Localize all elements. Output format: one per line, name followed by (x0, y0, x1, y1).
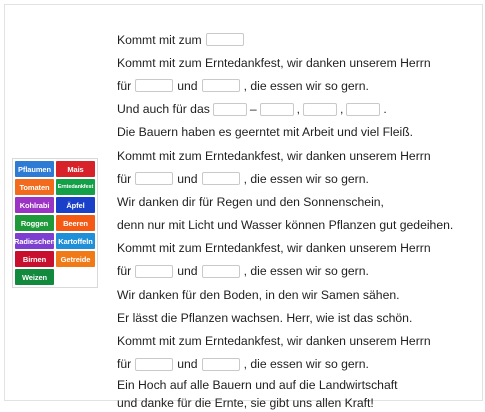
text-segment: , die essen wir so gern. (243, 264, 369, 279)
text-segment: für (117, 78, 132, 93)
drop-blank[interactable] (259, 102, 294, 116)
text-segment: , (340, 102, 344, 117)
word-tile-radieschen[interactable]: Radieschen (15, 233, 54, 249)
text-line: für und , die essen wir so gern. (117, 167, 483, 190)
text-segment: Ein Hoch auf alle Bauern und auf die Lan… (117, 378, 398, 393)
text-line: Kommt mit zum Erntedankfest, wir danken … (117, 51, 483, 74)
word-tile-weizen[interactable]: Weizen (15, 269, 54, 285)
text-segment: Wir danken dir für Regen und den Sonnens… (117, 194, 384, 209)
text-line: Kommt mit zum Erntedankfest, wir danken … (117, 144, 483, 167)
word-tile-tomaten[interactable]: Tomaten (15, 179, 54, 195)
text-segment: und danke für die Ernte, sie gibt uns al… (117, 396, 374, 411)
text-segment: und (177, 357, 198, 372)
text-segment: und (177, 78, 198, 93)
text-line: Kommt mit zum Erntedankfest, wir danken … (117, 237, 483, 260)
word-tile-aepfel[interactable]: Äpfel (56, 197, 95, 213)
text-segment: denn nur mit Licht und Wasser können Pfl… (117, 218, 454, 233)
drop-blank[interactable] (201, 264, 240, 278)
word-tile-pflaumen[interactable]: Pflaumen (15, 161, 54, 177)
text-segment: Er lässt die Pflanzen wachsen. Herr, wie… (117, 310, 413, 325)
text-segment: , die essen wir so gern. (243, 78, 369, 93)
text-line: und danke für die Ernte, sie gibt uns al… (117, 395, 483, 412)
drop-blank[interactable] (135, 79, 174, 93)
word-tile-kartoffeln[interactable]: Kartoffeln (56, 233, 95, 249)
text-line: Ein Hoch auf alle Bauern und auf die Lan… (117, 376, 483, 395)
drop-blank[interactable] (201, 172, 240, 186)
drop-blank[interactable] (201, 79, 240, 93)
text-line: Und auch für das – , , . (117, 98, 483, 121)
drop-blank[interactable] (205, 33, 244, 47)
drop-blank[interactable] (135, 357, 174, 371)
text-segment: Kommt mit zum Erntedankfest, wir danken … (117, 241, 431, 256)
word-bank: Pflaumen Mais Tomaten Erntedankfest Kohl… (12, 158, 98, 288)
word-tile-birnen[interactable]: Birnen (15, 251, 54, 267)
word-tile-kohlrabi[interactable]: Kohlrabi (15, 197, 54, 213)
text-line: für und , die essen wir so gern. (117, 74, 483, 97)
word-tile-mais[interactable]: Mais (56, 161, 95, 177)
word-tile-getreide[interactable]: Getreide (56, 251, 95, 267)
text-segment: Kommt mit zum Erntedankfest, wir danken … (117, 148, 431, 163)
text-segment: – (249, 102, 257, 117)
text-segment: für (117, 264, 132, 279)
text-segment: , (296, 102, 300, 117)
text-segment: , die essen wir so gern. (243, 357, 369, 372)
drop-blank[interactable] (212, 102, 247, 116)
text-line: Wir danken dir für Regen und den Sonnens… (117, 190, 483, 213)
text-segment: und (177, 264, 198, 279)
text-line: Kommt mit zum (117, 28, 483, 51)
text-segment: Kommt mit zum Erntedankfest, wir danken … (117, 334, 431, 349)
word-tile-erntedankfest[interactable]: Erntedankfest (56, 179, 95, 195)
text-line: Kommt mit zum Erntedankfest, wir danken … (117, 329, 483, 352)
word-tile-beeren[interactable]: Beeren (56, 215, 95, 231)
word-tile-roggen[interactable]: Roggen (15, 215, 54, 231)
text-line: für und , die essen wir so gern. (117, 260, 483, 283)
text-segment: Die Bauern haben es geerntet mit Arbeit … (117, 125, 414, 140)
text-segment: für (117, 171, 132, 186)
cloze-text: Kommt mit zum Kommt mit zum Erntedankfes… (117, 28, 483, 412)
drop-blank[interactable] (346, 102, 381, 116)
text-line: Die Bauern haben es geerntet mit Arbeit … (117, 121, 483, 144)
text-segment: und (177, 171, 198, 186)
text-segment: Kommt mit zum (117, 32, 202, 47)
text-segment: Kommt mit zum Erntedankfest, wir danken … (117, 55, 431, 70)
text-line: denn nur mit Licht und Wasser können Pfl… (117, 214, 483, 237)
drop-blank[interactable] (303, 102, 337, 116)
text-segment: Wir danken für den Boden, in den wir Sam… (117, 287, 400, 302)
drop-blank[interactable] (201, 357, 240, 371)
text-segment: Und auch für das (117, 102, 210, 117)
drop-blank[interactable] (135, 264, 174, 278)
text-segment: für (117, 357, 132, 372)
text-segment: , die essen wir so gern. (243, 171, 369, 186)
text-line: für und , die essen wir so gern. (117, 353, 483, 376)
text-line: Er lässt die Pflanzen wachsen. Herr, wie… (117, 306, 483, 329)
text-line: Wir danken für den Boden, in den wir Sam… (117, 283, 483, 306)
text-segment: . (383, 102, 387, 117)
drop-blank[interactable] (135, 172, 174, 186)
